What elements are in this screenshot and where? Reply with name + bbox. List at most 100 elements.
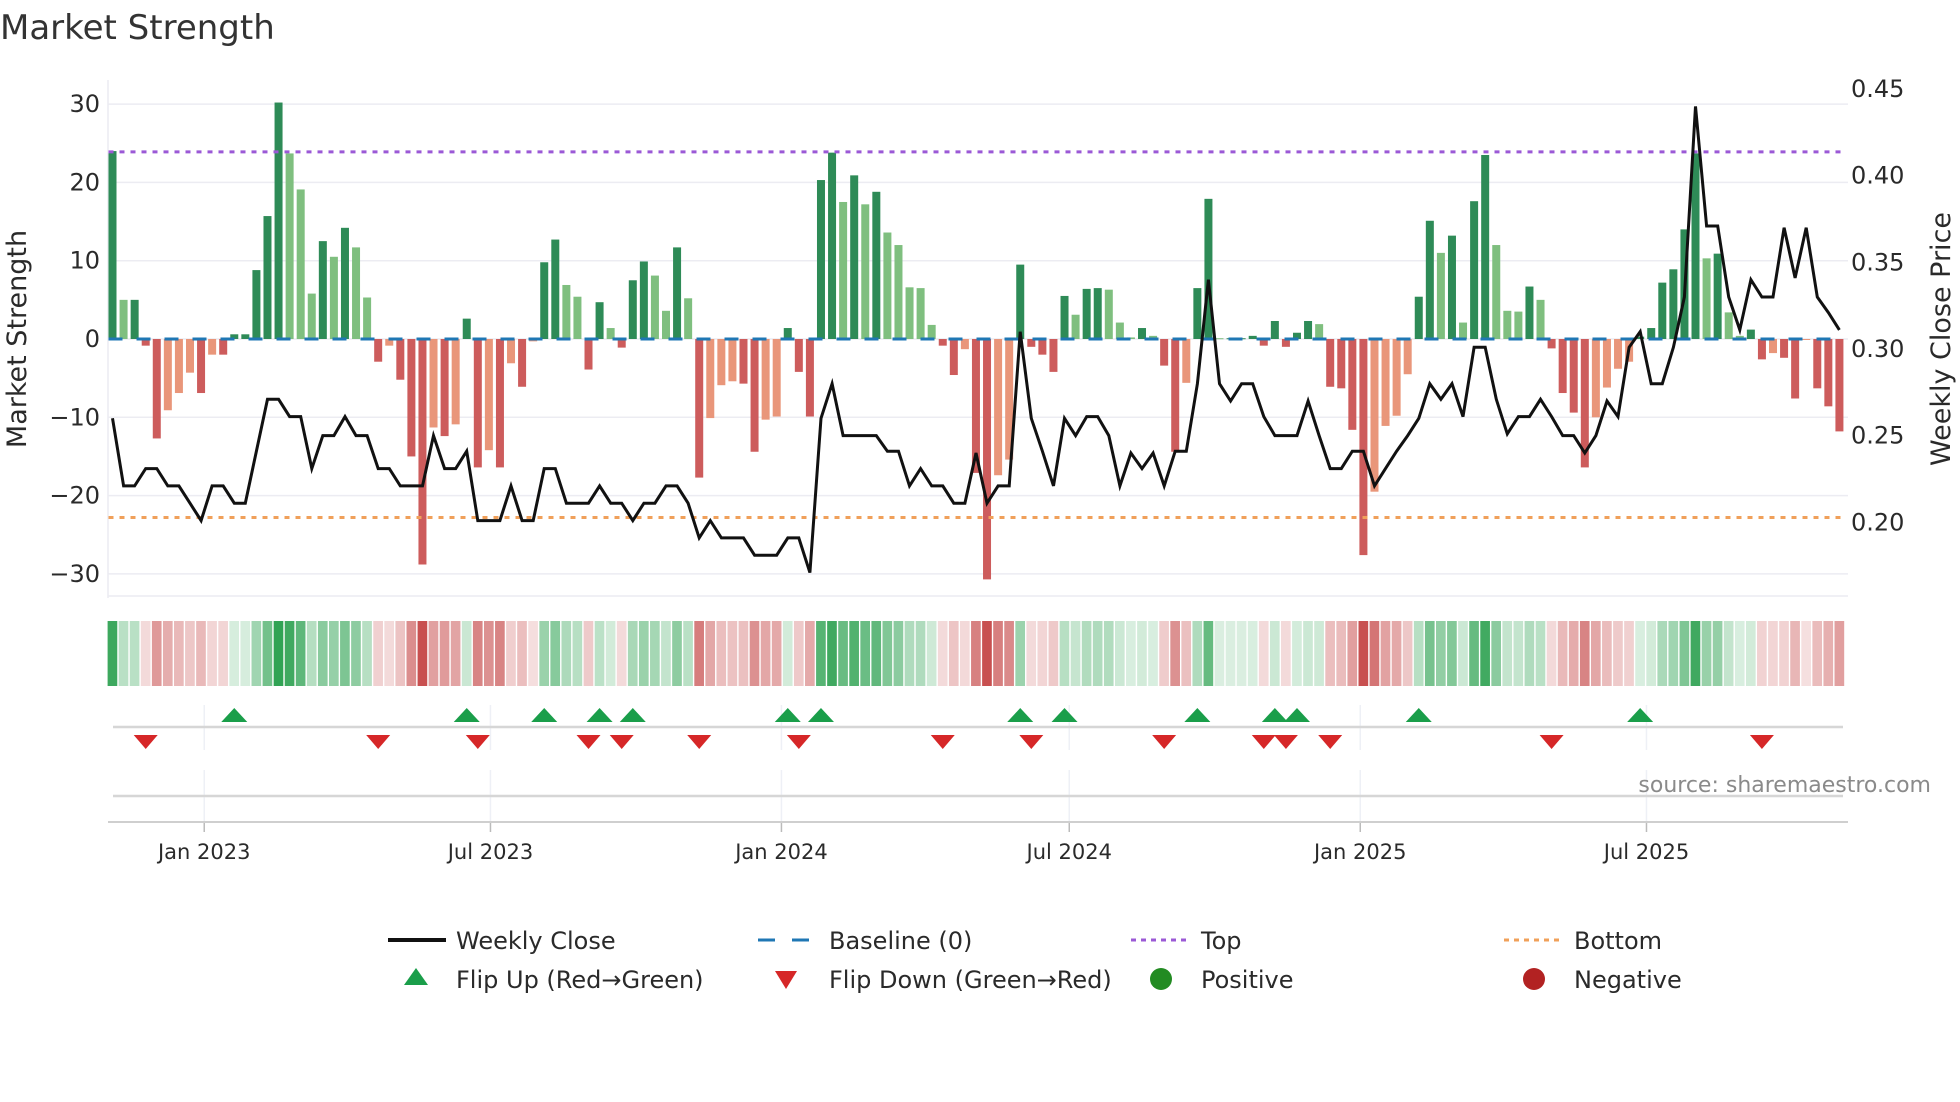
flip-down-marker bbox=[687, 735, 712, 749]
strength-bar bbox=[783, 328, 792, 339]
flip-up-marker bbox=[1184, 708, 1211, 722]
heatmap-cell bbox=[1701, 621, 1712, 686]
strength-bar bbox=[828, 152, 837, 339]
heatmap-cell bbox=[1447, 621, 1457, 686]
heatmap-cell bbox=[583, 621, 594, 686]
legend-label: Positive bbox=[1201, 966, 1294, 994]
strength-bar bbox=[1769, 339, 1777, 354]
strength-bar bbox=[318, 241, 327, 339]
heatmap-cell bbox=[1059, 621, 1070, 686]
strength-bar bbox=[518, 339, 527, 387]
strength-bar bbox=[1503, 310, 1512, 339]
strength-bar bbox=[285, 153, 294, 339]
strength-bar bbox=[595, 302, 604, 339]
strength-bar bbox=[1016, 264, 1025, 339]
y2-tick-label: 0.25 bbox=[1851, 422, 1904, 450]
source-label: source: sharemaestro.com bbox=[1638, 773, 1931, 798]
y2-tick-label: 0.20 bbox=[1851, 508, 1904, 536]
heatmap-cell bbox=[1214, 621, 1225, 686]
y-tick-label: 0 bbox=[85, 325, 100, 353]
heatmap-cell bbox=[915, 621, 926, 686]
strength-bar bbox=[108, 151, 117, 339]
heatmap-cell bbox=[882, 621, 893, 686]
heatmap-cell bbox=[1170, 621, 1180, 686]
strength-bar bbox=[905, 287, 914, 339]
strength-bar bbox=[263, 216, 272, 339]
heatmap-cell bbox=[483, 621, 494, 686]
heatmap-cell bbox=[1513, 621, 1524, 686]
heatmap-cell bbox=[1613, 621, 1623, 686]
strength-bar bbox=[1392, 339, 1401, 416]
heatmap-cell bbox=[1269, 621, 1280, 686]
heatmap-cell bbox=[295, 621, 306, 686]
flip-down-marker bbox=[366, 735, 391, 749]
strength-bar bbox=[1525, 286, 1534, 339]
strength-bar bbox=[861, 204, 870, 339]
heatmap-cell bbox=[993, 621, 1003, 686]
flip-up-marker bbox=[1405, 708, 1432, 722]
strength-bar bbox=[1746, 329, 1755, 339]
heatmap-cell bbox=[616, 621, 627, 686]
strength-bar bbox=[983, 339, 992, 580]
heatmap-cell bbox=[694, 621, 704, 686]
y2-tick-label: 0.35 bbox=[1851, 248, 1904, 276]
heatmap-cell bbox=[1247, 621, 1258, 686]
strength-bar bbox=[1602, 339, 1611, 388]
strength-bar bbox=[1481, 154, 1490, 339]
heatmap-cell bbox=[683, 621, 693, 686]
strength-bar bbox=[1215, 338, 1224, 340]
flip-down-marker bbox=[930, 735, 955, 749]
legend-item: Flip Up (Red→Green) bbox=[404, 966, 704, 994]
heatmap-cell bbox=[1314, 621, 1324, 686]
heatmap-cell bbox=[162, 621, 173, 686]
heatmap-cell bbox=[461, 621, 472, 686]
strength-bar bbox=[1348, 339, 1357, 430]
strength-bar bbox=[1558, 339, 1567, 394]
heatmap-cell bbox=[550, 621, 561, 686]
flip-down-marker bbox=[1539, 735, 1564, 749]
heatmap-cell bbox=[1126, 621, 1136, 686]
heatmap-cell bbox=[1801, 621, 1811, 686]
strength-bar bbox=[252, 270, 261, 339]
heatmap-cell bbox=[1402, 621, 1413, 686]
heatmap-cell bbox=[1757, 621, 1767, 686]
heatmap-cell bbox=[1502, 621, 1513, 686]
strength-bar bbox=[1459, 322, 1468, 339]
strength-bar bbox=[706, 339, 715, 419]
strength-bar bbox=[717, 339, 726, 386]
legend-label: Weekly Close bbox=[456, 927, 616, 955]
market-strength-figure: Market Strength 3020100−10−20−30 0.450.4… bbox=[0, 8, 1957, 994]
heatmap-cell bbox=[395, 621, 406, 686]
flip-markers-panel bbox=[113, 705, 1843, 822]
flip-up-marker bbox=[221, 708, 248, 722]
heatmap-cell bbox=[273, 621, 284, 686]
heatmap-cell bbox=[893, 621, 904, 686]
heatmap-cell bbox=[384, 621, 395, 686]
flip-down-marker bbox=[786, 735, 811, 749]
heatmap-cell bbox=[439, 621, 450, 686]
heatmap-cell bbox=[306, 621, 317, 686]
heatmap-cell bbox=[151, 621, 162, 686]
heatmap-cell bbox=[793, 621, 804, 686]
heatmap-cell bbox=[185, 621, 195, 686]
strength-bar bbox=[241, 334, 250, 339]
heatmap-cell bbox=[1790, 621, 1800, 686]
strength-bar bbox=[1115, 322, 1124, 339]
y-tick-label: −30 bbox=[49, 560, 100, 588]
heatmap-cell bbox=[860, 621, 871, 686]
strength-bar bbox=[352, 247, 361, 339]
heatmap-cell bbox=[1380, 621, 1391, 686]
strength-bar bbox=[1536, 299, 1545, 339]
strength-bar bbox=[484, 339, 493, 451]
heatmap-cell bbox=[1004, 621, 1014, 686]
heatmap-cell bbox=[771, 621, 782, 686]
heatmap-cell bbox=[351, 621, 361, 686]
flip-up-marker bbox=[1051, 708, 1078, 722]
heatmap-cell bbox=[1103, 621, 1114, 686]
strength-bars bbox=[108, 102, 1844, 580]
flip-up-marker bbox=[1283, 708, 1310, 722]
legend-item: Flip Down (Green→Red) bbox=[775, 966, 1112, 994]
x-tick-label: Jul 2024 bbox=[1025, 840, 1112, 864]
y2-tick-label: 0.45 bbox=[1851, 75, 1904, 103]
y-tick-label: 30 bbox=[69, 90, 100, 118]
